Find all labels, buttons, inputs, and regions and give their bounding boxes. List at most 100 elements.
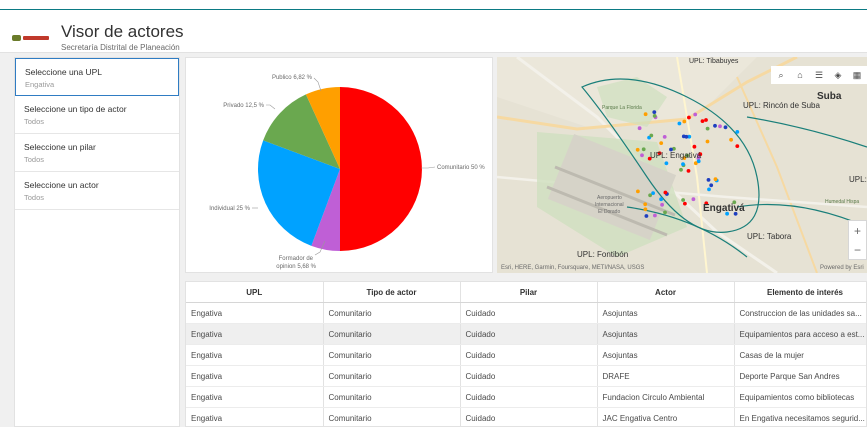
actor-point[interactable] <box>705 139 710 144</box>
actor-point[interactable] <box>637 126 642 131</box>
actor-point[interactable] <box>653 213 657 218</box>
search-icon[interactable]: ⌕ <box>774 68 788 82</box>
pie-label-formador-1: Formador de <box>279 256 314 262</box>
actor-point[interactable] <box>640 153 644 158</box>
zoom-out-button[interactable]: − <box>849 240 866 259</box>
actor-point[interactable] <box>664 161 669 166</box>
actor-point[interactable] <box>729 137 733 142</box>
table-row[interactable]: Engativa Comunitario Cuidado Asojuntas C… <box>186 302 866 324</box>
table-row[interactable]: Engativa Comunitario Cuidado DRAFE Depor… <box>186 365 866 387</box>
actor-point[interactable] <box>691 197 696 202</box>
actor-point[interactable] <box>713 123 717 128</box>
actor-point[interactable] <box>704 118 708 122</box>
actor-point[interactable] <box>663 210 667 215</box>
actor-point[interactable] <box>706 178 711 182</box>
column-header-elemento[interactable]: Elemento de interés <box>734 282 866 303</box>
home-icon[interactable]: ⌂ <box>793 68 807 82</box>
actor-point[interactable] <box>643 112 648 117</box>
table-cell: JAC Engativa Centro <box>597 407 735 426</box>
actor-point[interactable] <box>677 121 682 126</box>
actor-point[interactable] <box>659 197 663 202</box>
table-cell: Cuidado <box>460 302 598 324</box>
actor-point[interactable] <box>735 144 740 148</box>
actor-point[interactable] <box>718 124 722 129</box>
actor-point[interactable] <box>713 177 718 182</box>
pie-label-privado: Privado 12,5 % <box>223 103 264 109</box>
basemap-svg: UPL: Tibabuyes Suba UPL: Rincón de Suba … <box>497 57 867 273</box>
actor-type-filter[interactable]: Seleccione un tipo de actor Todos <box>15 96 179 134</box>
table-row[interactable]: Engativa Comunitario Cuidado Asojuntas E… <box>186 323 866 345</box>
actor-point[interactable] <box>662 135 667 139</box>
zoom-in-button[interactable]: + <box>849 221 866 240</box>
filter-label: Seleccione una UPL <box>25 67 103 77</box>
actor-point[interactable] <box>641 147 646 152</box>
actor-point[interactable] <box>723 125 728 130</box>
pie-label-publico: Publico 6,82 % <box>272 75 313 81</box>
filter-label: Seleccione un pilar <box>24 142 96 152</box>
table-row[interactable]: Engativa Comunitario Cuidado JAC Engativ… <box>186 407 866 426</box>
layers-icon[interactable]: ◈ <box>831 68 845 82</box>
actor-point[interactable] <box>660 202 664 207</box>
filter-label: Seleccione un tipo de actor <box>24 104 127 114</box>
actor-point[interactable] <box>652 110 657 114</box>
table-cell: Deporte Parque San Andres <box>734 365 866 387</box>
pie-label-comunitario: Comunitario 50 % <box>437 165 485 171</box>
actor-point[interactable] <box>686 169 691 173</box>
column-header-pilar[interactable]: Pilar <box>460 282 598 303</box>
actor-point[interactable] <box>663 190 668 195</box>
legend-icon[interactable]: ☰ <box>812 68 826 82</box>
actor-point[interactable] <box>643 202 648 207</box>
table-cell: Engativa <box>186 407 324 426</box>
actor-point[interactable] <box>636 189 640 194</box>
column-header-upl[interactable]: UPL <box>186 282 324 303</box>
table-cell: Comunitario <box>323 344 461 366</box>
column-header-tipo-actor[interactable]: Tipo de actor <box>323 282 461 303</box>
actor-point[interactable] <box>679 167 683 172</box>
actor-point[interactable] <box>705 126 710 131</box>
actor-point[interactable] <box>635 147 640 152</box>
powered-by-esri[interactable]: Powered by Esri <box>820 265 864 271</box>
map-label-aeropuerto-3: El Dorado <box>598 209 620 215</box>
basemap-gallery-icon[interactable]: ▦ <box>850 68 864 82</box>
actor-point[interactable] <box>652 114 657 118</box>
actor-filter[interactable]: Seleccione un actor Todos <box>15 172 179 210</box>
map-toolbar: ⌕ ⌂ ☰ ◈ ▦ <box>771 66 867 84</box>
table-cell: Comunitario <box>323 407 461 426</box>
map-label-aeropuerto-2: Internacional <box>595 202 624 208</box>
table-row[interactable]: Engativa Comunitario Cuidado Asojuntas C… <box>186 344 866 366</box>
app-subtitle: Secretaría Distrital de Planeación <box>61 43 180 52</box>
filter-value: Todos <box>24 155 45 164</box>
pie-label-formador-2: opinion 5,68 % <box>276 264 316 270</box>
actor-point[interactable] <box>709 183 714 188</box>
actors-map[interactable]: UPL: Tibabuyes Suba UPL: Rincón de Suba … <box>497 57 867 273</box>
actor-point[interactable] <box>700 119 705 123</box>
table-cell: Engativa <box>186 344 324 366</box>
actor-point[interactable] <box>735 130 740 134</box>
map-label-engativa-upl: UPL: Engativá <box>650 151 702 160</box>
actor-point[interactable] <box>643 207 648 212</box>
upl-filter[interactable]: Seleccione una UPL Engativa <box>15 58 179 96</box>
actor-point[interactable] <box>649 133 654 138</box>
filter-value: Engativa <box>25 80 55 89</box>
actor-point[interactable] <box>682 119 687 124</box>
column-header-actor[interactable]: Actor <box>597 282 735 303</box>
actor-point[interactable] <box>683 201 687 206</box>
institution-logo <box>12 33 52 43</box>
actor-point[interactable] <box>687 115 691 120</box>
table-cell: Cuidado <box>460 365 598 387</box>
table-cell: Engativa <box>186 365 324 387</box>
table-cell: Asojuntas <box>597 323 735 345</box>
actor-point[interactable] <box>681 198 685 202</box>
actor-point[interactable] <box>707 187 711 192</box>
actor-point[interactable] <box>692 144 697 149</box>
pillar-filter[interactable]: Seleccione un pilar Todos <box>15 134 179 172</box>
table-cell: Asojuntas <box>597 344 735 366</box>
actor-point[interactable] <box>659 141 664 145</box>
table-row[interactable]: Engativa Comunitario Cuidado Fundacion C… <box>186 386 866 408</box>
actor-point[interactable] <box>644 214 649 218</box>
actor-point[interactable] <box>681 162 685 166</box>
pie-slice-0[interactable] <box>340 87 422 251</box>
actor-point[interactable] <box>648 193 652 198</box>
actor-point[interactable] <box>684 134 689 139</box>
actor-point[interactable] <box>693 112 698 117</box>
